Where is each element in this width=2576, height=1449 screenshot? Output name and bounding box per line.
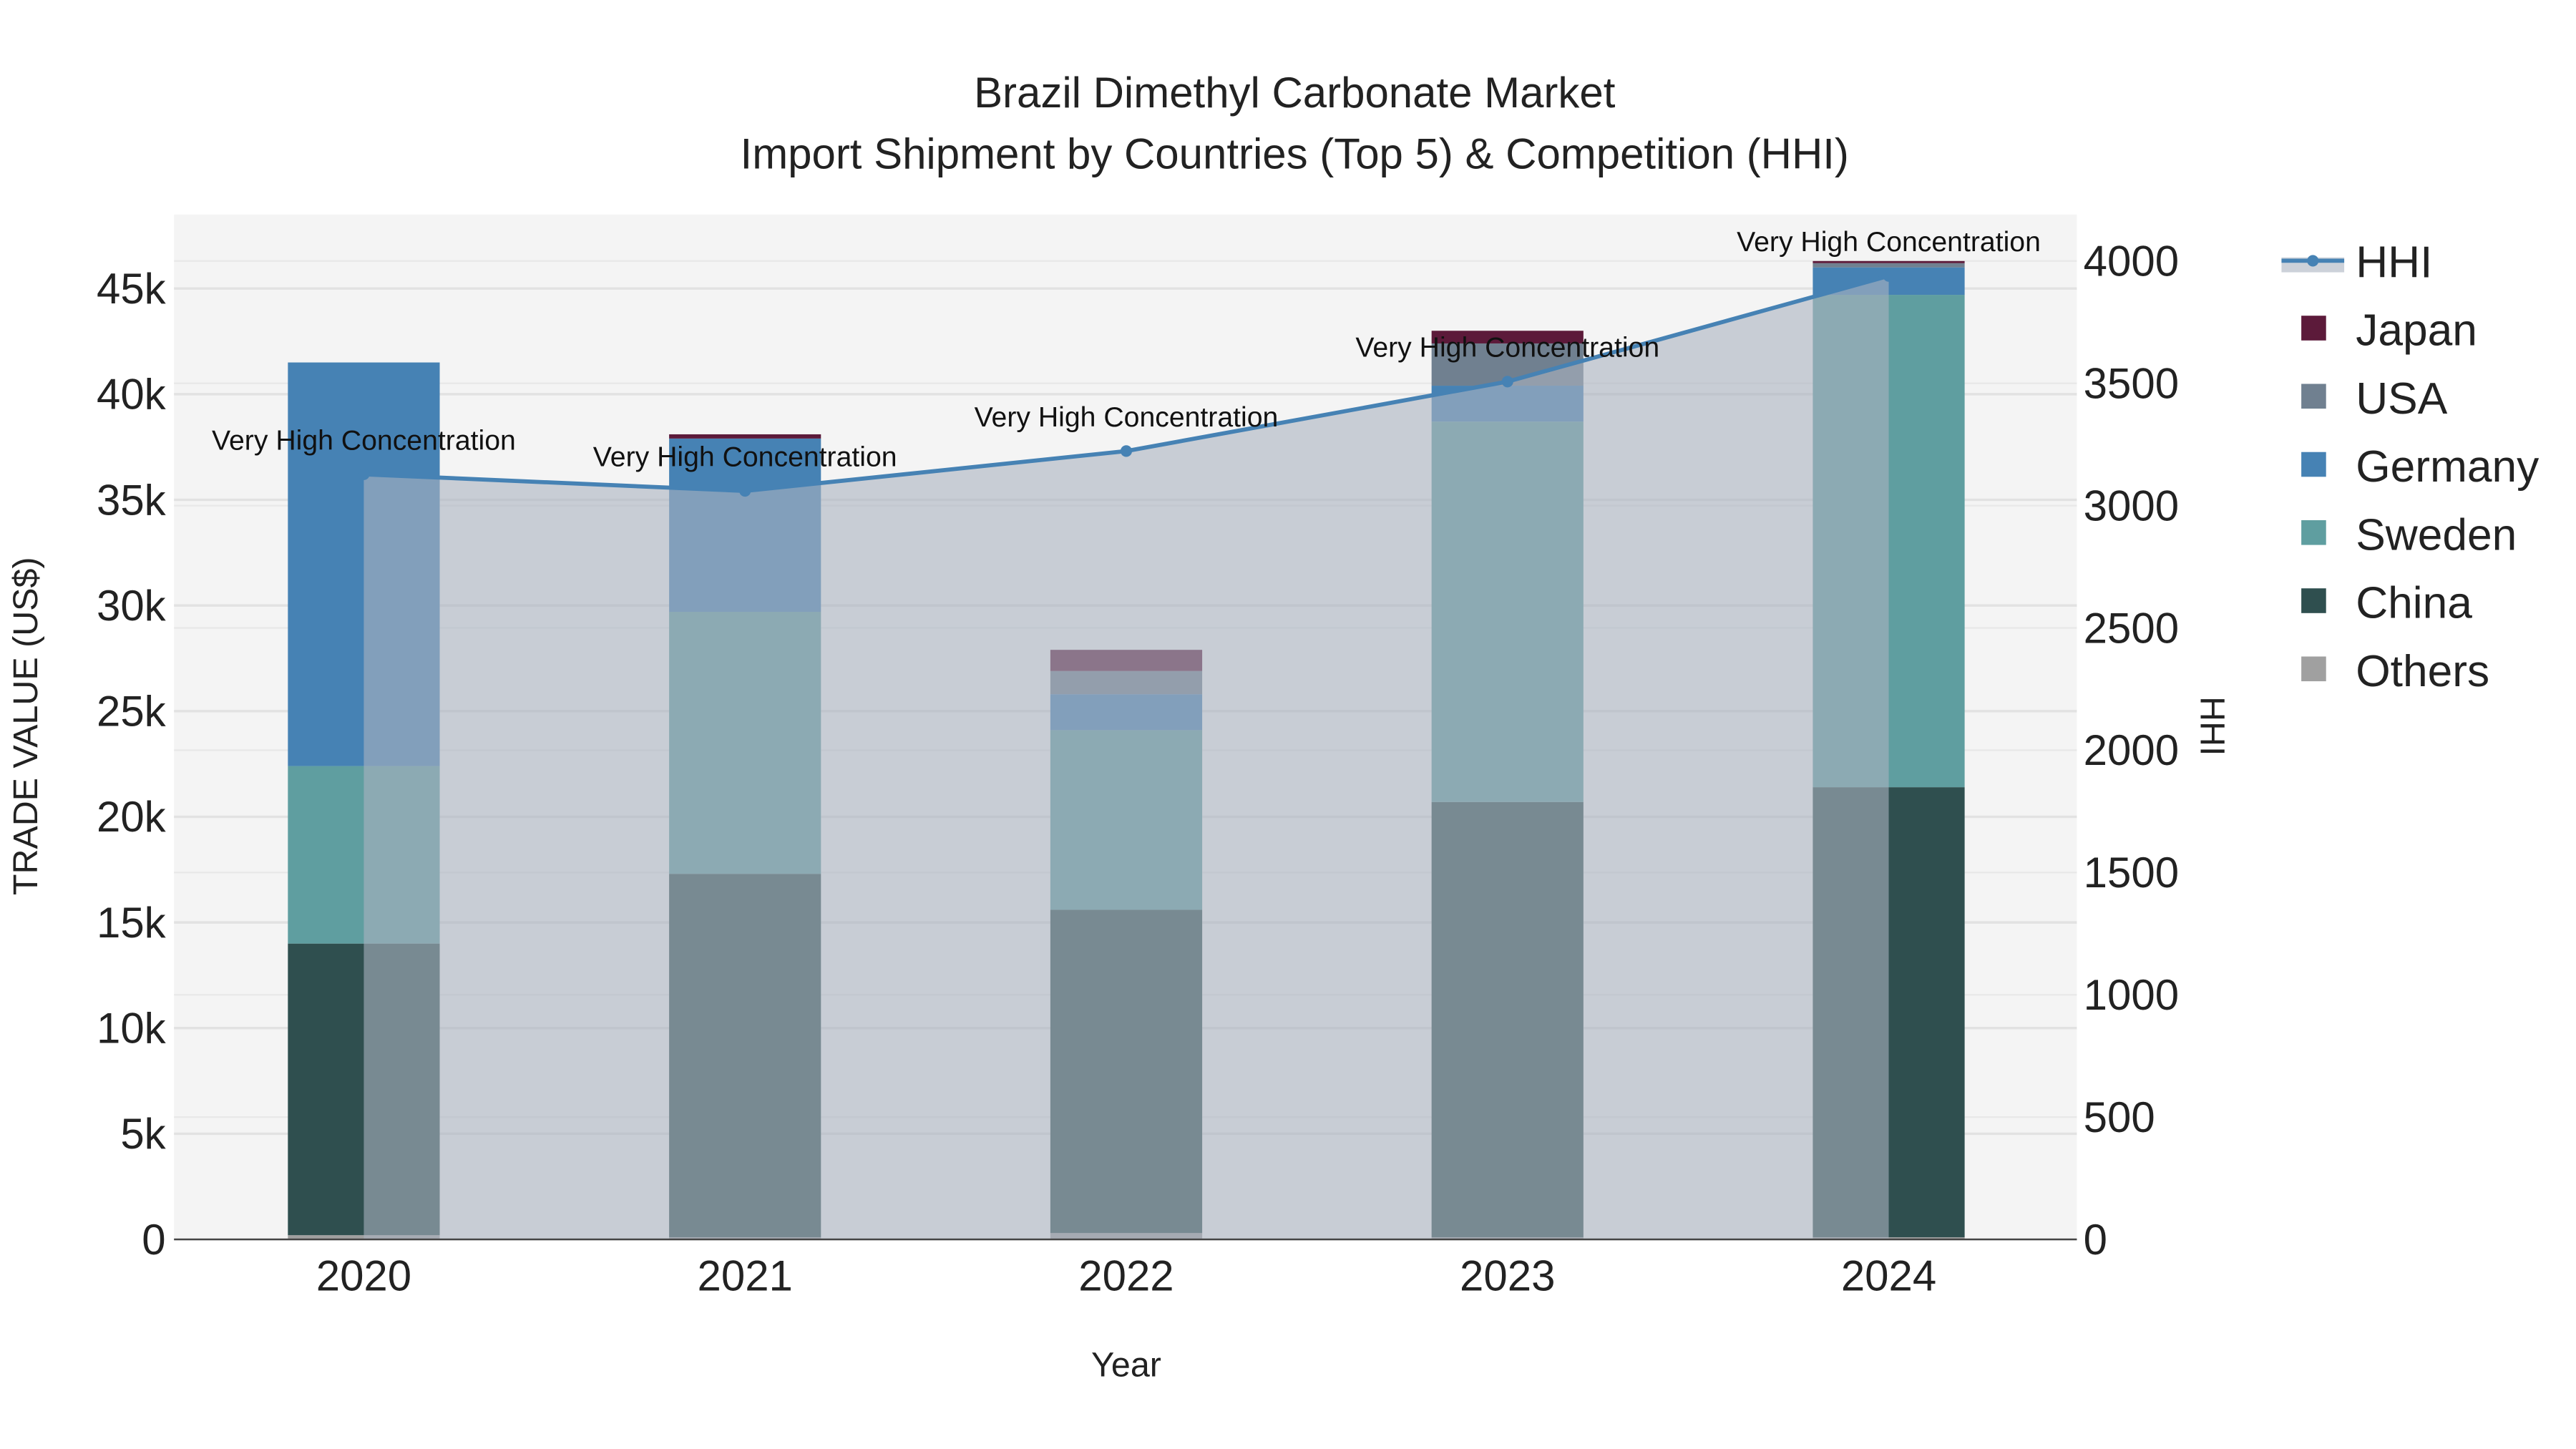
y2-tick-label: 3500 [2084, 359, 2179, 407]
legend: HHI Japan USA Germany Sweden China Others [2281, 238, 2540, 696]
legend-item-sweden: Sweden [2301, 510, 2517, 560]
y-tick-label: 5k [120, 1110, 166, 1158]
y2-tick-label: 3000 [2084, 482, 2179, 530]
y2-tick-label: 1500 [2084, 849, 2179, 897]
y2-axis-ticks: 0 500 1000 1500 2000 2500 3000 3500 4000 [2084, 238, 2179, 1264]
y-axis-ticks: 0 5k 10k 15k 20k 25k 30k 35k 40k 45k [97, 265, 167, 1264]
x-tick-label: 2020 [316, 1252, 411, 1300]
legend-label: China [2356, 579, 2472, 628]
y-tick-label: 25k [97, 688, 167, 736]
hhi-annotation: Very High Concentration [975, 402, 1279, 433]
legend-label: Japan [2356, 306, 2477, 356]
legend-swatch-icon [2301, 316, 2326, 341]
x-axis-ticks: 2020 2021 2022 2023 2024 [316, 1252, 1936, 1300]
hhi-point [1501, 376, 1513, 388]
y-tick-label: 20k [97, 793, 167, 841]
legend-label: HHI [2356, 238, 2432, 287]
chart-title-line2: Import Shipment by Countries (Top 5) & C… [741, 130, 1849, 177]
y2-tick-label: 2500 [2084, 604, 2179, 652]
chart: 0 5k 10k 15k 20k 25k 30k 35k 40k 45k 0 500 1000 1500… [6, 69, 2540, 1385]
x-axis-title: Year [1091, 1346, 1161, 1385]
legend-item-germany: Germany [2301, 442, 2540, 492]
y-tick-label: 40k [97, 371, 167, 419]
y-axis-title: TRADE VALUE (US$) [6, 557, 45, 895]
legend-swatch-icon [2301, 588, 2326, 613]
legend-item-others: Others [2301, 647, 2489, 696]
y2-axis-title: HHI [2192, 696, 2231, 756]
y-tick-label: 15k [97, 899, 167, 947]
y-tick-label: 45k [97, 265, 167, 313]
hhi-annotation: Very High Concentration [1737, 227, 2041, 258]
x-tick-label: 2024 [1841, 1252, 1936, 1300]
y-tick-label: 30k [97, 582, 167, 630]
x-tick-label: 2022 [1078, 1252, 1174, 1300]
legend-item-usa: USA [2301, 374, 2448, 424]
x-tick-label: 2023 [1460, 1252, 1555, 1300]
y2-tick-label: 2000 [2084, 726, 2179, 774]
bar-japan [1813, 260, 1965, 263]
legend-swatch-icon [2301, 519, 2326, 545]
legend-item-hhi: HHI [2281, 238, 2432, 287]
y2-tick-label: 500 [2084, 1093, 2155, 1141]
bar-japan [669, 434, 821, 439]
y-tick-label: 0 [142, 1216, 165, 1264]
hhi-point [1883, 270, 1895, 282]
legend-swatch-icon [2301, 656, 2326, 682]
legend-item-japan: Japan [2301, 306, 2477, 356]
legend-label: Germany [2356, 442, 2540, 492]
y-tick-label: 35k [97, 476, 167, 524]
chart-title-line1: Brazil Dimethyl Carbonate Market [974, 69, 1616, 117]
legend-label: USA [2356, 374, 2447, 424]
legend-swatch-icon [2301, 384, 2326, 409]
hhi-annotation: Very High Concentration [593, 441, 897, 472]
legend-label: Others [2356, 647, 2489, 696]
legend-swatch-icon [2301, 452, 2326, 477]
hhi-point [358, 468, 370, 480]
bar-usa [1813, 263, 1965, 268]
legend-item-china: China [2301, 579, 2472, 628]
y2-tick-label: 0 [2084, 1216, 2107, 1264]
hhi-annotation: Very High Concentration [1355, 333, 1659, 364]
y2-tick-label: 4000 [2084, 238, 2179, 286]
x-tick-label: 2021 [698, 1252, 793, 1300]
y2-tick-label: 1000 [2084, 971, 2179, 1019]
legend-hhi-marker-icon [2307, 255, 2319, 267]
hhi-point [739, 485, 751, 497]
y-tick-label: 10k [97, 1005, 167, 1053]
legend-label: Sweden [2356, 510, 2517, 560]
hhi-annotation: Very High Concentration [212, 425, 516, 456]
hhi-point [1120, 445, 1133, 457]
